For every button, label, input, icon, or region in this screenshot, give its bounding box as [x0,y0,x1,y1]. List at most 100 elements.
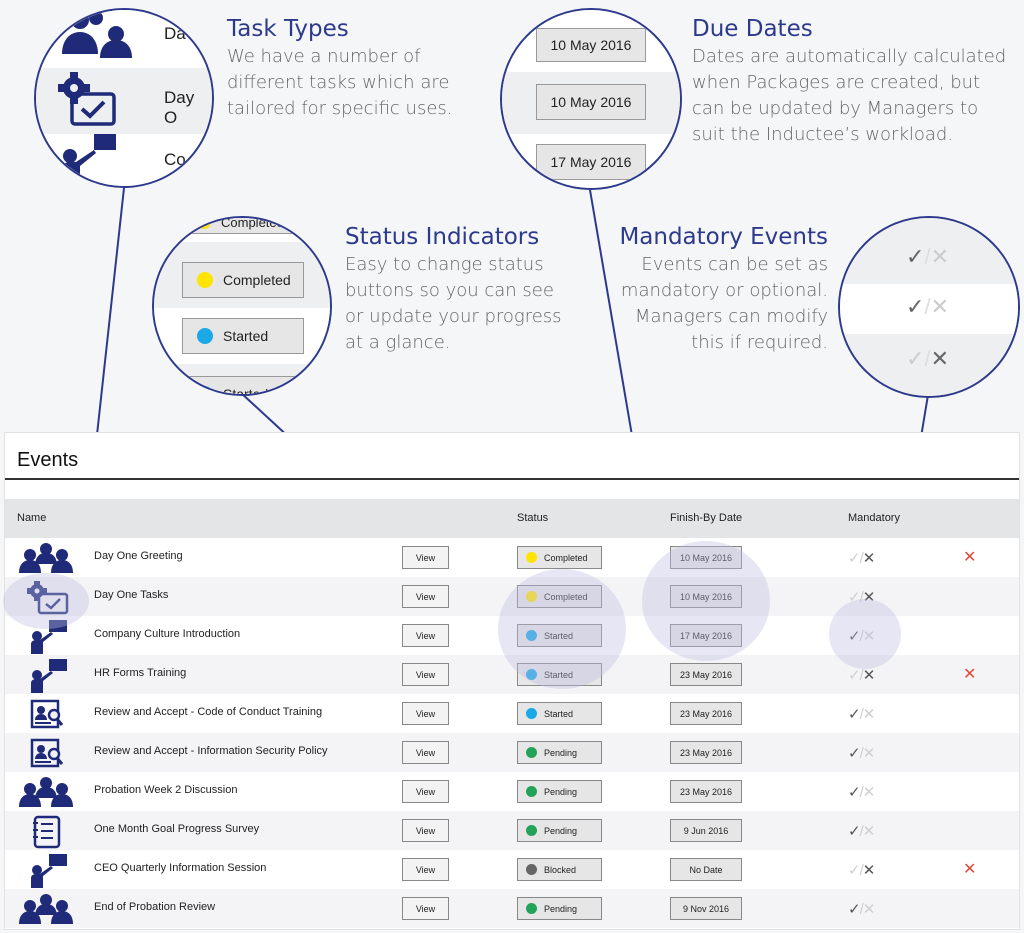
cross-icon[interactable]: ✕ [863,706,876,723]
cross-icon: ✕ [930,244,949,269]
mandatory-toggle[interactable]: ✓/✕ [848,900,876,918]
mandatory-toggle[interactable]: ✓/✕ [848,783,876,801]
due-dates-lens: 10 May 2016 10 May 2016 17 May 2016 [500,8,682,190]
check-icon[interactable]: ✓ [848,862,861,879]
events-title: Events [17,449,79,471]
mandatory-title: Mandatory Events [619,224,828,250]
check-icon[interactable]: ✓ [848,823,861,840]
mandatory-toggle[interactable]: ✓/✕ [848,705,876,723]
check-icon[interactable]: ✓ [848,901,861,918]
cross-icon[interactable]: ✕ [863,550,876,567]
lens-mandatory-marks: ✓/✕ [906,346,949,372]
status-dot [526,903,537,914]
finish-by-date[interactable]: 9 Nov 2016 [670,897,742,920]
delete-icon[interactable]: ✕ [963,859,976,879]
mandatory-line: mandatory or optional. [620,280,828,301]
status-dot [526,864,537,875]
check-icon[interactable]: ✓ [848,784,861,801]
check-icon[interactable]: ✓ [848,550,861,567]
task-types-callout: Task Types We have a number of different… [227,16,507,122]
event-name: Company Culture Introduction [94,628,241,640]
mandatory-text: Events can be set as mandatory or option… [600,252,828,356]
status-button[interactable]: Pending [517,897,602,920]
title-divider [5,478,1019,480]
table-row: End of Probation Review View Pending 9 Nov … [5,889,1019,928]
event-name: End of Probation Review [94,901,216,913]
view-button[interactable]: View [402,780,449,803]
status-line: buttons so you can see [345,280,554,301]
finish-by-date[interactable]: 23 May 2016 [670,663,742,686]
table-row: CEO Quarterly Information Session View Blo… [5,850,1019,889]
status-label: Completed [544,552,588,563]
view-button[interactable]: View [402,858,449,881]
cross-icon[interactable]: ✕ [863,784,876,801]
delete-icon[interactable]: ✕ [963,547,976,567]
highlight-task-type [3,573,89,629]
events-panel: Events Name Status Finish-By Date Mandat… [3,432,1020,930]
view-button[interactable]: View [402,741,449,764]
view-button[interactable]: View [402,585,449,608]
status-button[interactable]: Pending [517,780,602,803]
status-button[interactable]: Completed [517,546,602,569]
status-button[interactable]: Blocked [517,858,602,881]
mandatory-toggle[interactable]: ✓/✕ [848,744,876,762]
mandatory-toggle[interactable]: ✓/✕ [848,861,876,879]
lens-status-label: Completed [223,272,291,288]
status-button[interactable]: Started [517,702,602,725]
table-row: Review and Accept - Code of Conduct Trai… [5,694,1019,733]
mandatory-toggle[interactable]: ✓/✕ [848,822,876,840]
task-icon [58,72,116,126]
event-name: HR Forms Training [94,667,187,679]
status-line: at a glance. [345,332,451,353]
delete-icon[interactable]: ✕ [963,664,976,684]
due-dates-callout: Due Dates Dates are automatically calcul… [692,16,1012,148]
view-button[interactable]: View [402,897,449,920]
task-types-line: tailored for specific uses. [227,98,453,119]
cross-icon: ✕ [930,346,949,371]
status-lens: Completed Completed Started Started [152,216,332,396]
finish-by-date[interactable]: 9 Jun 2016 [670,819,742,842]
check-icon[interactable]: ✓ [848,706,861,723]
due-dates-line: when Packages are created, but [692,72,981,93]
cross-icon[interactable]: ✕ [863,667,876,684]
mandatory-toggle[interactable]: ✓/✕ [848,549,876,567]
status-dot [197,272,213,288]
lens-task-label: Day O [164,88,195,127]
cross-icon[interactable]: ✕ [863,745,876,762]
check-icon: ✓ [906,346,925,371]
survey-icon [17,815,75,849]
check-icon[interactable]: ✓ [848,745,861,762]
status-dot [526,825,537,836]
due-dates-title: Due Dates [692,16,813,42]
view-button[interactable]: View [402,702,449,725]
lens-status-box: Completed [182,262,304,298]
event-name: Probation Week 2 Discussion [94,784,238,796]
table-row: Probation Week 2 Discussion View Pending 23… [5,772,1019,811]
group-icon [62,12,132,58]
finish-by-date[interactable]: No Date [670,858,742,881]
status-label: Started [544,708,574,719]
view-button[interactable]: View [402,663,449,686]
cross-icon[interactable]: ✕ [863,823,876,840]
check-icon[interactable]: ✓ [848,667,861,684]
finish-by-date[interactable]: 23 May 2016 [670,741,742,764]
view-button[interactable]: View [402,624,449,647]
presenter-icon [62,134,116,184]
status-button[interactable]: Pending [517,741,602,764]
status-button[interactable]: Pending [517,819,602,842]
cross-icon[interactable]: ✕ [863,901,876,918]
finish-by-date[interactable]: 23 May 2016 [670,702,742,725]
mandatory-lens: ✓/✕ ✓/✕ ✓/✕ [838,216,1020,398]
view-button[interactable]: View [402,819,449,842]
status-dot [197,328,213,344]
cross-icon[interactable]: ✕ [863,862,876,879]
view-button[interactable]: View [402,546,449,569]
status-text: Easy to change status buttons so you can… [345,252,585,356]
status-dot [526,786,537,797]
group-icon [17,776,75,808]
finish-by-date[interactable]: 23 May 2016 [670,780,742,803]
lens-date-box: 17 May 2016 [536,144,646,180]
lens-status-label: Started [223,328,269,344]
lens-task-label: Da [164,24,186,43]
lens-status-box: Started [182,376,304,394]
